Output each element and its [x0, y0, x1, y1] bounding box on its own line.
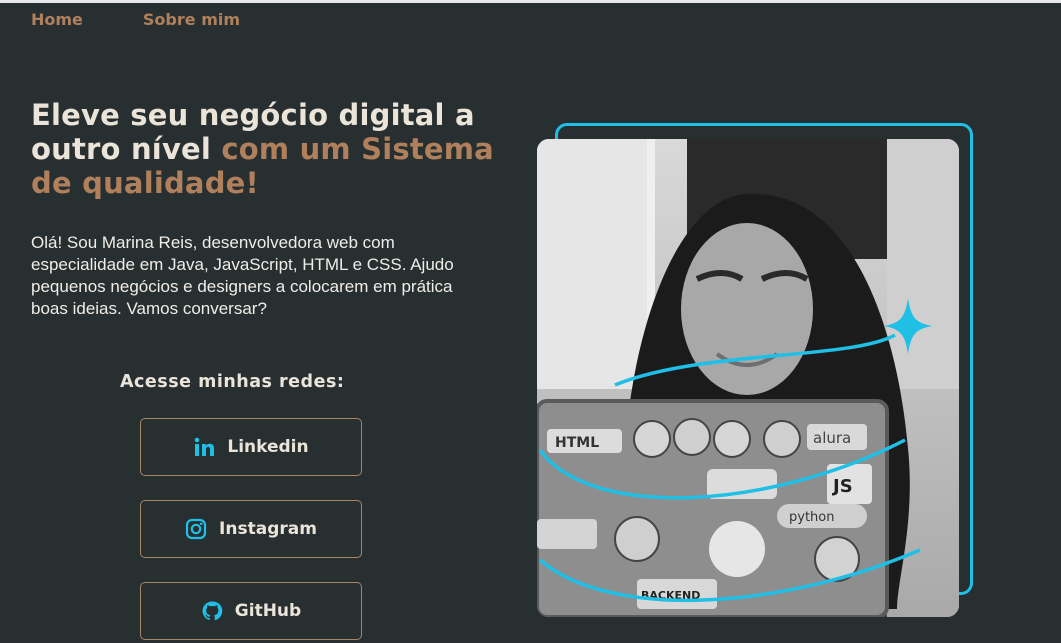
sticker-js: JS: [831, 476, 853, 497]
linkedin-button[interactable]: Linkedin: [140, 418, 362, 476]
sticker-python: python: [789, 510, 834, 525]
main-nav: Home Sobre mim: [31, 10, 240, 29]
nav-about-link[interactable]: Sobre mim: [143, 10, 240, 29]
instagram-label: Instagram: [219, 519, 317, 539]
github-button[interactable]: GitHub: [140, 582, 362, 640]
hero-title: Eleve seu negócio digital a outro nível …: [31, 98, 501, 200]
github-label: GitHub: [234, 601, 302, 621]
social-heading: Acesse minhas redes:: [120, 372, 345, 392]
sticker-alura: alura: [813, 429, 851, 447]
linkedin-icon: [193, 436, 215, 458]
instagram-icon: [185, 518, 207, 540]
sticker-backend: BACKEND: [641, 589, 700, 602]
instagram-button[interactable]: Instagram: [140, 500, 362, 558]
profile-photo: HTML alura JS python BACKEND: [537, 139, 959, 617]
sticker-html: HTML: [555, 435, 599, 451]
intro-paragraph: Olá! Sou Marina Reis, desenvolvedora web…: [31, 233, 454, 318]
linkedin-label: Linkedin: [227, 437, 309, 457]
github-icon: [201, 600, 223, 622]
top-border: [0, 0, 1061, 3]
nav-home-link[interactable]: Home: [31, 10, 83, 29]
